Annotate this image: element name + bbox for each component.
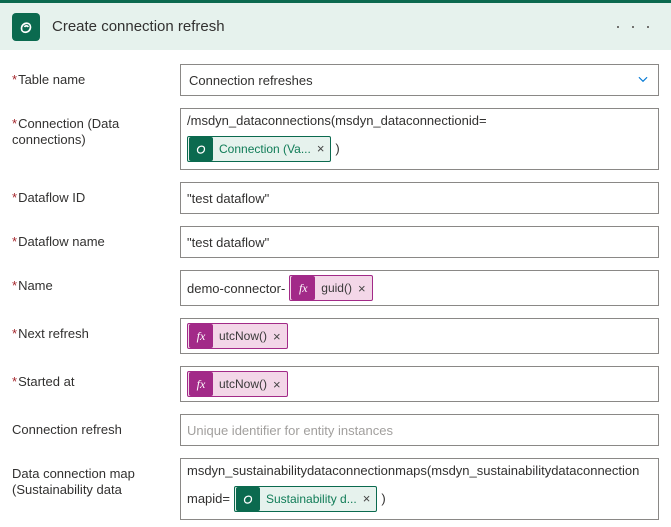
table-name-value: Connection refreshes [189, 73, 313, 88]
name-field[interactable]: demo-connector- fx guid() × [180, 270, 659, 306]
connection-suffix-text: ) [335, 141, 339, 156]
connection-field[interactable]: /msdyn_dataconnections(msdyn_dataconnect… [180, 108, 659, 170]
connection-token[interactable]: Connection (Va... × [187, 136, 331, 162]
chevron-down-icon [636, 72, 650, 89]
label-dataflow-id: *Dataflow ID [12, 182, 180, 206]
fx-icon: fx [291, 276, 315, 300]
label-started-at: *Started at [12, 366, 180, 390]
dataflow-name-field[interactable]: "test dataflow" [180, 226, 659, 258]
remove-token-icon[interactable]: × [317, 141, 325, 156]
remove-token-icon[interactable]: × [273, 377, 281, 392]
more-menu-button[interactable]: · · · [609, 12, 659, 41]
next-refresh-field[interactable]: fx utcNow() × [180, 318, 659, 354]
connection-refresh-field[interactable]: Unique identifier for entity instances [180, 414, 659, 446]
label-connection-refresh: Connection refresh [12, 414, 180, 438]
fx-icon: fx [189, 372, 213, 396]
connection-prefix-text: /msdyn_dataconnections(msdyn_dataconnect… [187, 113, 487, 128]
remove-token-icon[interactable]: × [358, 281, 366, 296]
label-dataflow-name: *Dataflow name [12, 226, 180, 250]
label-next-refresh: *Next refresh [12, 318, 180, 342]
dataflow-id-field[interactable]: "test dataflow" [180, 182, 659, 214]
sustainability-token[interactable]: Sustainability d... × [234, 486, 377, 512]
fx-icon: fx [189, 324, 213, 348]
dialog-title: Create connection refresh [52, 18, 225, 35]
utcnow-expression-token[interactable]: fx utcNow() × [187, 323, 288, 349]
dialog-header: Create connection refresh · · · [0, 0, 671, 50]
dataverse-icon [189, 137, 213, 161]
form-body: *Table name Connection refreshes *Connec… [0, 50, 671, 527]
label-data-connection-map: Data connection map (Sustainability data [12, 458, 180, 499]
table-name-select[interactable]: Connection refreshes [180, 64, 659, 96]
label-table-name: *Table name [12, 64, 180, 88]
dataverse-icon [12, 13, 40, 41]
remove-token-icon[interactable]: × [273, 329, 281, 344]
started-at-field[interactable]: fx utcNow() × [180, 366, 659, 402]
label-name: *Name [12, 270, 180, 294]
label-connection: *Connection (Data connections) [12, 108, 180, 149]
guid-expression-token[interactable]: fx guid() × [289, 275, 372, 301]
data-connection-map-field[interactable]: msdyn_sustainabilitydataconnectionmaps(m… [180, 458, 659, 520]
remove-token-icon[interactable]: × [363, 491, 371, 506]
utcnow-expression-token[interactable]: fx utcNow() × [187, 371, 288, 397]
dataverse-icon [236, 487, 260, 511]
